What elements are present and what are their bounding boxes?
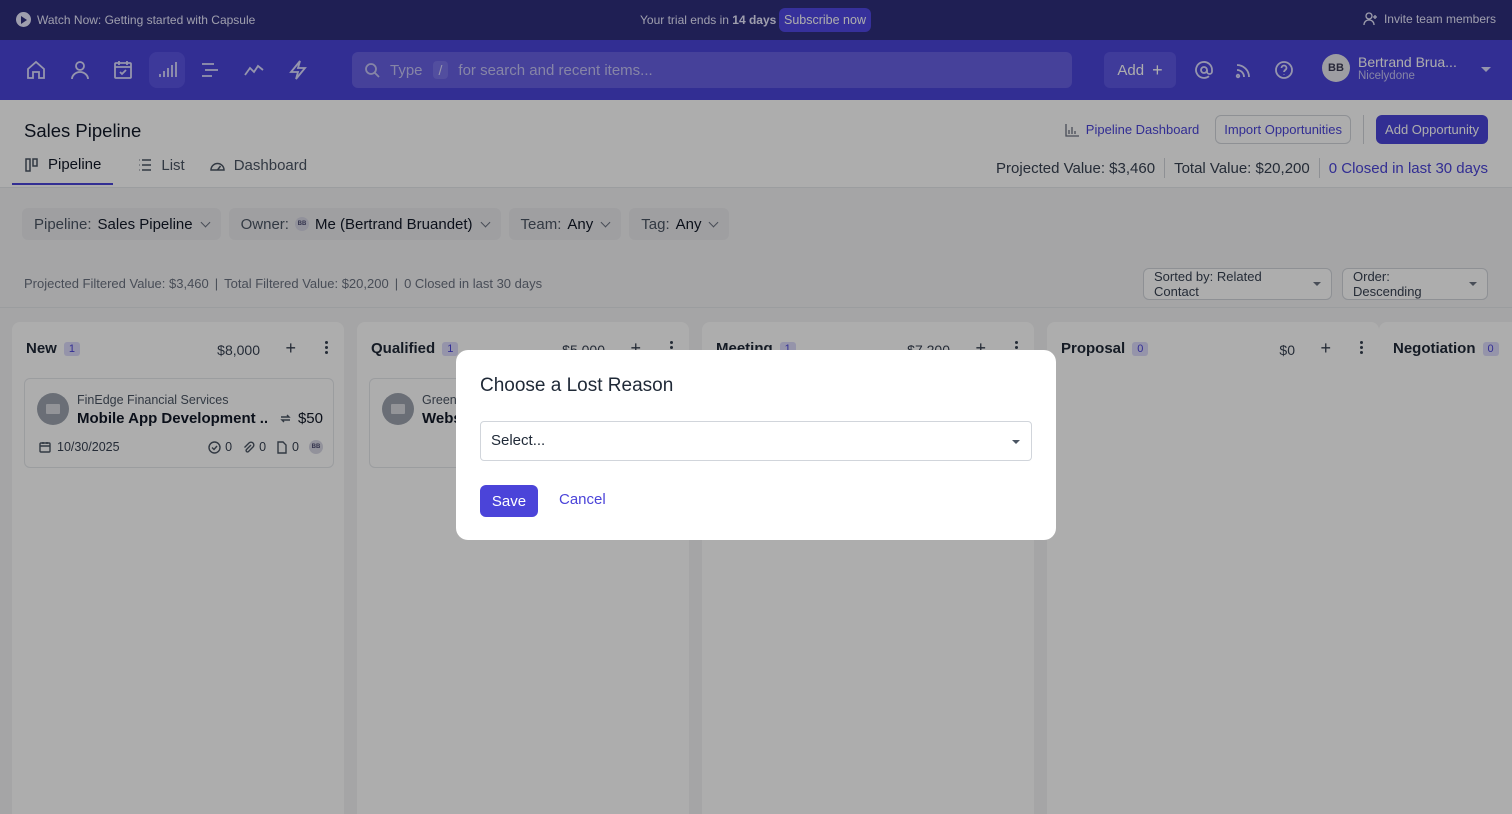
dialog-title: Choose a Lost Reason <box>480 375 674 396</box>
select-placeholder: Select... <box>491 432 546 449</box>
lost-reason-dialog: Choose a Lost Reason Select... Save Canc… <box>456 350 1056 540</box>
lost-reason-select[interactable]: Select... <box>480 421 1032 461</box>
caret-down-icon <box>1012 440 1020 444</box>
save-button[interactable]: Save <box>480 485 538 517</box>
cancel-button[interactable]: Cancel <box>559 491 606 508</box>
